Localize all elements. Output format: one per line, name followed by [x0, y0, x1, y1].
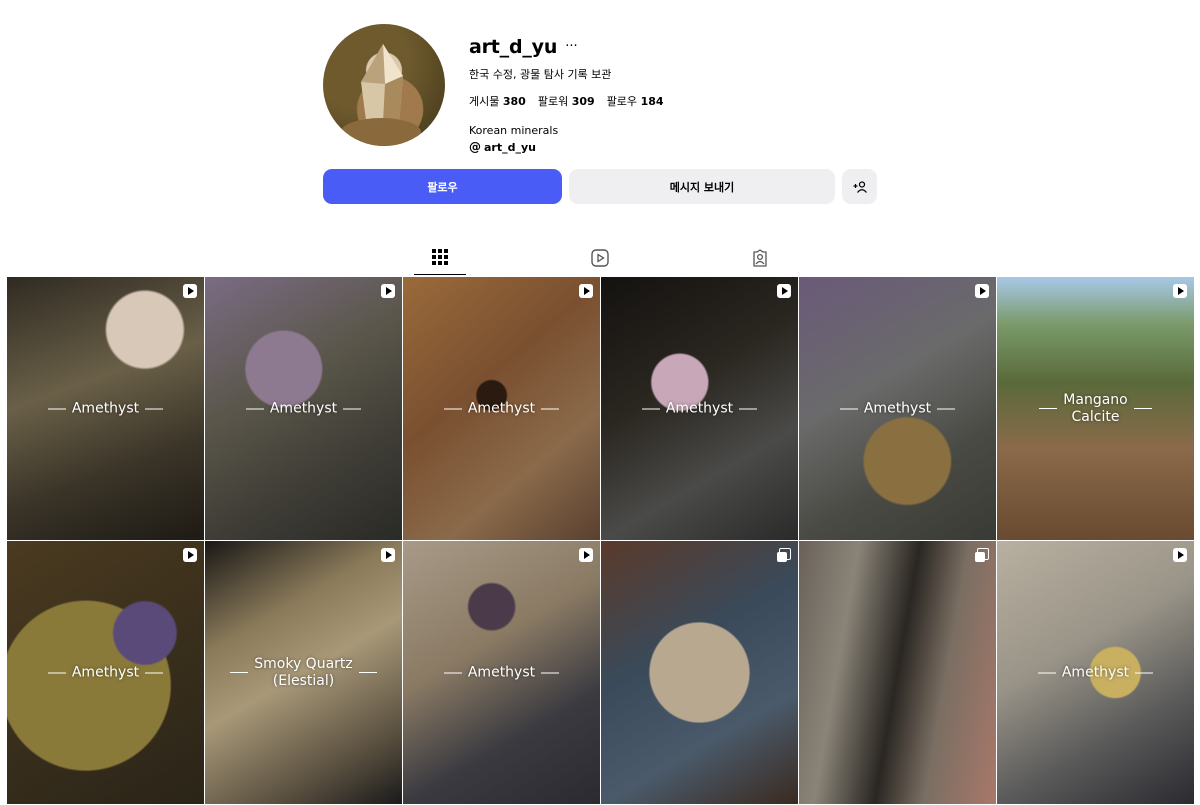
post-tile[interactable] [799, 541, 996, 804]
grid-icon [432, 249, 448, 265]
reel-icon [579, 284, 593, 298]
post-caption-overlay: Amethyst [7, 664, 204, 681]
post-caption-overlay: Amethyst [205, 400, 402, 417]
avatar[interactable] [323, 24, 445, 146]
post-label: Amethyst [863, 400, 932, 416]
reel-icon [183, 548, 197, 562]
post-caption-overlay: Amethyst [799, 400, 996, 417]
profile-info: art_d_yu ··· 한국 수정, 광물 탐사 기록 보관 게시물 380 … [469, 34, 869, 154]
post-caption-overlay: Amethyst [997, 664, 1194, 681]
post-tile[interactable]: Amethyst [403, 277, 600, 540]
reel-icon [183, 284, 197, 298]
reel-icon [381, 284, 395, 298]
post-label: Amethyst [269, 400, 338, 416]
follow-button[interactable]: 팔로우 [323, 169, 562, 204]
post-tile[interactable]: Amethyst [601, 277, 798, 540]
profile-description: Korean minerals [469, 124, 559, 137]
post-label: Amethyst [665, 400, 734, 416]
tab-tagged[interactable] [734, 240, 786, 276]
post-label: Smoky Quartz (Elestial) [254, 655, 353, 689]
post-caption-overlay: Amethyst [403, 664, 600, 681]
post-tile[interactable]: Amethyst [205, 277, 402, 540]
post-label: Amethyst [467, 664, 536, 680]
threads-link[interactable]: @ art_d_yu [469, 140, 869, 154]
tagged-icon [753, 249, 767, 267]
reel-icon [579, 548, 593, 562]
post-tile[interactable]: Amethyst [997, 541, 1194, 804]
post-label: Amethyst [71, 400, 140, 416]
message-button[interactable]: 메시지 보내기 [569, 169, 835, 204]
post-tile[interactable]: Amethyst [7, 541, 204, 804]
posts-stat: 게시물 380 [469, 95, 526, 108]
following-stat[interactable]: 팔로우 184 [607, 93, 664, 109]
post-tile[interactable]: Smoky Quartz (Elestial) [205, 541, 402, 804]
more-options-icon[interactable]: ··· [565, 40, 577, 53]
profile-actions: 팔로우 메시지 보내기 [323, 169, 877, 204]
tab-reels[interactable] [574, 240, 626, 276]
add-person-icon [853, 180, 867, 193]
followers-stat[interactable]: 팔로워 309 [538, 93, 595, 109]
post-tile[interactable] [601, 541, 798, 804]
post-caption-overlay: Amethyst [403, 400, 600, 417]
suggest-button[interactable] [842, 169, 877, 204]
post-tile[interactable]: Amethyst [403, 541, 600, 804]
bio: 한국 수정, 광물 탐사 기록 보관 [469, 68, 612, 81]
profile-tabs [0, 240, 1200, 276]
post-caption-overlay: Amethyst [7, 400, 204, 417]
threads-icon: @ [469, 140, 481, 154]
post-grid: Amethyst Amethyst Amethyst Amethyst Amethyst… [7, 277, 1194, 805]
username: art_d_yu [469, 36, 558, 58]
tab-posts[interactable] [414, 240, 466, 275]
post-tile[interactable]: Mangano Calcite [997, 277, 1194, 540]
post-caption-overlay: Mangano Calcite [997, 392, 1194, 426]
reel-icon [975, 284, 989, 298]
threads-handle: art_d_yu [484, 140, 536, 154]
reels-icon [591, 249, 609, 267]
post-label: Amethyst [467, 400, 536, 416]
reel-icon [381, 548, 395, 562]
post-tile[interactable]: Amethyst [7, 277, 204, 540]
post-label: Amethyst [71, 664, 140, 680]
post-caption-overlay: Amethyst [601, 400, 798, 417]
stats: 게시물 380 팔로워 309 팔로우 184 [469, 93, 869, 109]
reel-icon [777, 284, 791, 298]
carousel-icon [777, 548, 791, 562]
reel-icon [1173, 548, 1187, 562]
crystal-avatar-image [341, 44, 421, 146]
post-caption-overlay: Smoky Quartz (Elestial) [205, 656, 402, 690]
post-label: Mangano Calcite [1063, 391, 1128, 425]
reel-icon [1173, 284, 1187, 298]
carousel-icon [975, 548, 989, 562]
post-label: Amethyst [1061, 664, 1130, 680]
post-tile[interactable]: Amethyst [799, 277, 996, 540]
